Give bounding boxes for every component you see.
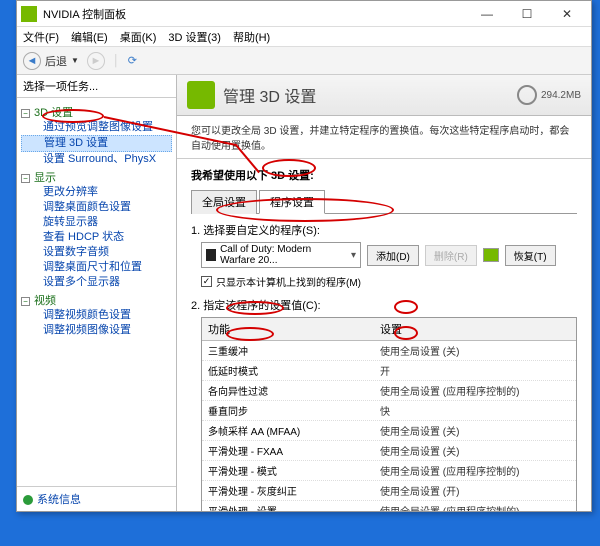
maximize-button[interactable]: ☐ [507, 2, 547, 26]
tree-item-hdcp[interactable]: 查看 HDCP 状态 [21, 230, 172, 245]
add-button[interactable]: 添加(D) [367, 245, 419, 266]
tree-item-audio[interactable]: 设置数字音频 [21, 245, 172, 260]
tree-item-physx[interactable]: 设置 Surround、PhysX [21, 152, 172, 167]
minimize-button[interactable]: — [467, 2, 507, 26]
tree-item-rotate[interactable]: 旋转显示器 [21, 215, 172, 230]
tree-group-video[interactable]: −视频 [21, 292, 172, 308]
page-description: 您可以更改全局 3D 设置，并建立特定程序的置换值。每次这些特定程序启动时，都会… [177, 116, 591, 159]
titlebar[interactable]: NVIDIA 控制面板 — ☐ ✕ [17, 1, 591, 27]
tree-item-manage-3d[interactable]: 管理 3D 设置 [21, 135, 172, 152]
menu-desktop[interactable]: 桌面(K) [120, 29, 157, 45]
tree-group-3d[interactable]: −3D 设置 [21, 104, 172, 120]
feature-cell: 三重缓冲 [202, 341, 374, 360]
memory-gauge[interactable]: 294.2MB [517, 85, 581, 105]
setting-cell: 使用全局设置 (开) [374, 481, 576, 500]
gauge-icon [517, 85, 537, 105]
setting-cell: 使用全局设置 (应用程序控制的) [374, 381, 576, 400]
feature-cell: 平滑处理 - 设置 [202, 501, 374, 511]
setting-cell: 快 [374, 401, 576, 420]
feature-cell: 平滑处理 - 灰度纠正 [202, 481, 374, 500]
sidebar: 选择一项任务... −3D 设置 通过预览调整图像设置 管理 3D 设置 设置 … [17, 75, 177, 511]
setting-cell: 使用全局设置 (关) [374, 441, 576, 460]
table-row[interactable]: 平滑处理 - 灰度纠正使用全局设置 (开) [202, 481, 576, 501]
tree-item-video-image[interactable]: 调整视频图像设置 [21, 323, 172, 338]
menu-edit[interactable]: 编辑(E) [71, 29, 108, 45]
tab-program[interactable]: 程序设置 [259, 190, 325, 214]
main-header: 管理 3D 设置 294.2MB [177, 75, 591, 116]
nvidia-icon [21, 6, 37, 22]
feature-cell: 平滑处理 - 模式 [202, 461, 374, 480]
back-label: 后退 [45, 53, 67, 69]
only-installed-label: 只显示本计算机上找到的程序(M) [216, 274, 361, 289]
table-row[interactable]: 平滑处理 - 模式使用全局设置 (应用程序控制的) [202, 461, 576, 481]
tree-item-size[interactable]: 调整桌面尺寸和位置 [21, 260, 172, 275]
task-header: 选择一项任务... [17, 75, 176, 98]
tree-item-resolution[interactable]: 更改分辨率 [21, 185, 172, 200]
program-select[interactable]: Call of Duty: Modern Warfare 20... ▾ [201, 242, 361, 268]
nvidia-control-panel-window: NVIDIA 控制面板 — ☐ ✕ 文件(F) 编辑(E) 桌面(K) 3D 设… [16, 0, 592, 512]
table-row[interactable]: 平滑处理 - 设置使用全局设置 (应用程序控制的) [202, 501, 576, 511]
nvidia-chip-icon [483, 248, 499, 262]
table-row[interactable]: 平滑处理 - FXAA使用全局设置 (关) [202, 441, 576, 461]
nvidia-header-icon [187, 81, 215, 109]
feature-cell: 多帧采样 AA (MFAA) [202, 421, 374, 440]
forward-button: ► [87, 52, 105, 70]
tree-group-display[interactable]: −显示 [21, 169, 172, 185]
setting-cell: 使用全局设置 (关) [374, 421, 576, 440]
nav-tree: −3D 设置 通过预览调整图像设置 管理 3D 设置 设置 Surround、P… [17, 98, 176, 486]
section-label: 我希望使用以下 3D 设置: [191, 167, 577, 183]
content-area: 我希望使用以下 3D 设置: 全局设置 程序设置 1. 选择要自定义的程序(S)… [177, 159, 591, 511]
table-row[interactable]: 各向异性过滤使用全局设置 (应用程序控制的) [202, 381, 576, 401]
tab-global[interactable]: 全局设置 [191, 190, 257, 214]
main-panel: 管理 3D 设置 294.2MB 您可以更改全局 3D 设置，并建立特定程序的置… [177, 75, 591, 511]
page-title: 管理 3D 设置 [223, 83, 509, 107]
remove-button: 删除(R) [425, 245, 477, 266]
step-1-label: 1. 选择要自定义的程序(S): [191, 222, 577, 238]
col-feature: 功能 [202, 318, 374, 340]
chevron-down-icon: ▾ [351, 250, 356, 261]
settings-table-body[interactable]: 三重缓冲使用全局设置 (关)低延时模式开各向异性过滤使用全局设置 (应用程序控制… [202, 341, 576, 511]
system-info-link[interactable]: 系统信息 [17, 486, 176, 511]
table-row[interactable]: 多帧采样 AA (MFAA)使用全局设置 (关) [202, 421, 576, 441]
table-row[interactable]: 低延时模式开 [202, 361, 576, 381]
program-icon [206, 249, 216, 261]
tree-item-desktop-color[interactable]: 调整桌面颜色设置 [21, 200, 172, 215]
restore-button[interactable]: 恢复(T) [505, 245, 556, 266]
back-arrow-icon: ◄ [23, 52, 41, 70]
only-installed-checkbox[interactable]: ✓ [201, 276, 212, 287]
setting-cell: 开 [374, 361, 576, 380]
menu-help[interactable]: 帮助(H) [233, 29, 270, 45]
toolbar: ◄ 后退 ▼ ► │ ⟳ [17, 47, 591, 75]
menu-3d-settings[interactable]: 3D 设置(3) [168, 29, 221, 45]
setting-cell: 使用全局设置 (应用程序控制的) [374, 501, 576, 511]
status-dot-icon [23, 495, 33, 505]
feature-cell: 平滑处理 - FXAA [202, 441, 374, 460]
step-2-label: 2. 指定该程序的设置值(C): [191, 297, 577, 313]
table-row[interactable]: 垂直同步快 [202, 401, 576, 421]
close-button[interactable]: ✕ [547, 2, 587, 26]
feature-cell: 各向异性过滤 [202, 381, 374, 400]
setting-cell: 使用全局设置 (关) [374, 341, 576, 360]
back-button[interactable]: ◄ 后退 ▼ [23, 52, 79, 70]
tree-item-image-preview[interactable]: 通过预览调整图像设置 [21, 120, 172, 135]
menubar: 文件(F) 编辑(E) 桌面(K) 3D 设置(3) 帮助(H) [17, 27, 591, 47]
feature-cell: 低延时模式 [202, 361, 374, 380]
gauge-value: 294.2MB [541, 90, 581, 101]
back-dropdown-icon: ▼ [71, 56, 79, 65]
menu-file[interactable]: 文件(F) [23, 29, 59, 45]
tree-item-multi[interactable]: 设置多个显示器 [21, 275, 172, 290]
settings-table-header: 功能 设置 [202, 318, 576, 341]
program-name: Call of Duty: Modern Warfare 20... [220, 244, 347, 266]
tree-item-video-color[interactable]: 调整视频颜色设置 [21, 308, 172, 323]
col-setting: 设置 [374, 318, 576, 340]
refresh-icon[interactable]: ⟳ [128, 54, 137, 67]
table-row[interactable]: 三重缓冲使用全局设置 (关) [202, 341, 576, 361]
settings-tabs: 全局设置 程序设置 [191, 189, 577, 214]
setting-cell: 使用全局设置 (应用程序控制的) [374, 461, 576, 480]
feature-cell: 垂直同步 [202, 401, 374, 420]
settings-table: 功能 设置 三重缓冲使用全局设置 (关)低延时模式开各向异性过滤使用全局设置 (… [201, 317, 577, 511]
window-title: NVIDIA 控制面板 [43, 6, 467, 22]
